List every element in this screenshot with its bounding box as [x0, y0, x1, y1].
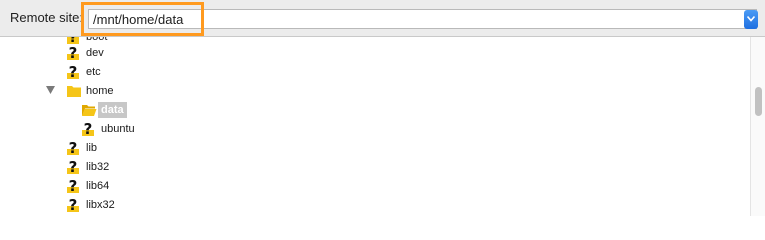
unknown-folder-icon: ? [67, 37, 79, 45]
tree-item-label: boot [86, 37, 108, 43]
open-folder-icon [82, 105, 97, 116]
tree-item-label: lib64 [86, 180, 110, 192]
scrollbar-thumb[interactable] [755, 87, 762, 116]
folder-icon [67, 86, 81, 97]
unknown-folder-icon: ? [67, 197, 79, 213]
unknown-folder-icon: ? [67, 45, 79, 61]
tree-item-label: libx32 [86, 199, 115, 211]
tree-vertical-scrollbar[interactable] [750, 37, 765, 216]
remote-site-label: Remote site: [10, 10, 83, 25]
tree-item-home[interactable]: home [66, 83, 266, 102]
tree-item-label: ubuntu [101, 123, 135, 135]
tree-item-label: lib [86, 142, 98, 154]
tree-item-label: dev [86, 47, 104, 59]
tree-item-label: data [98, 102, 127, 118]
unknown-folder-icon: ? [67, 140, 79, 156]
unknown-folder-icon: ? [82, 121, 94, 137]
svg-text:?: ? [69, 37, 77, 45]
chevron-down-icon [747, 16, 755, 22]
svg-text:?: ? [69, 140, 78, 156]
disclosure-triangle-icon[interactable] [46, 86, 55, 94]
remote-path-field[interactable] [88, 9, 757, 29]
svg-text:?: ? [69, 45, 78, 61]
tree-item-label: home [86, 85, 114, 97]
tree-item-etc[interactable]: ? etc [66, 64, 266, 83]
unknown-folder-icon: ? [67, 64, 79, 80]
remote-path-input[interactable] [93, 11, 733, 27]
svg-text:?: ? [69, 197, 78, 213]
tree-item-ubuntu[interactable]: ? ubuntu [81, 121, 281, 140]
tree-item-dev[interactable]: ? dev [66, 45, 266, 64]
svg-text:?: ? [69, 64, 78, 80]
svg-text:?: ? [84, 121, 93, 137]
svg-text:?: ? [69, 159, 78, 175]
tree-item-label: lib32 [86, 161, 110, 173]
remote-site-bar: Remote site: [0, 0, 765, 37]
tree-item-data[interactable]: data [81, 102, 281, 121]
unknown-folder-icon: ? [67, 159, 79, 175]
tree-item-lib[interactable]: ? lib [66, 140, 266, 159]
remote-directory-tree[interactable]: ? boot ? dev ? etc home data ? ubuntu ? … [0, 37, 750, 216]
tree-item-label: etc [86, 66, 101, 78]
unknown-folder-icon: ? [67, 178, 79, 194]
path-history-dropdown-button[interactable] [744, 10, 758, 29]
tree-item-lib64[interactable]: ? lib64 [66, 178, 266, 197]
svg-text:?: ? [69, 178, 78, 194]
tree-item-libx32[interactable]: ? libx32 [66, 197, 266, 216]
tree-item-lib32[interactable]: ? lib32 [66, 159, 266, 178]
